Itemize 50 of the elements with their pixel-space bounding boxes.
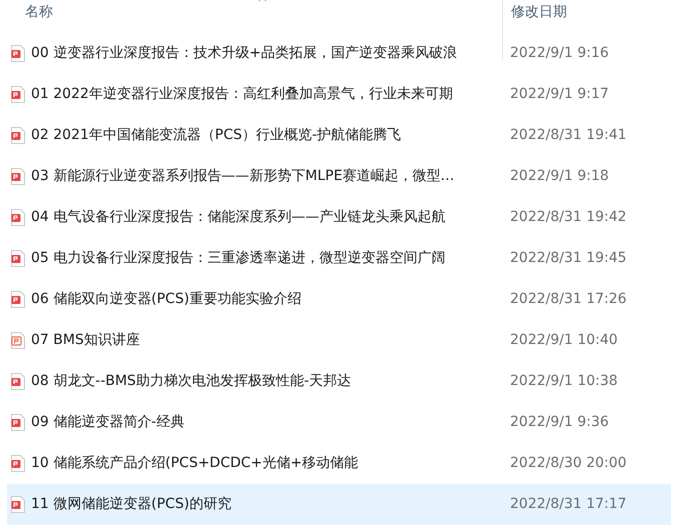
file-name: 06 储能双向逆变器(PCS)重要功能实验介绍 — [31, 290, 302, 309]
file-row[interactable]: 06 储能双向逆变器(PCS)重要功能实验介绍 2022/8/31 17:26 — [7, 279, 671, 320]
pdf-file-icon — [11, 209, 25, 226]
modified-date: 2022/9/1 9:16 — [509, 44, 609, 63]
pdf-file-icon — [11, 250, 25, 267]
file-row[interactable]: 11 微网储能逆变器(PCS)的研究 2022/8/31 17:17 — [7, 484, 671, 525]
file-name: 04 电气设备行业深度报告：储能深度系列——产业链龙头乘风起航 — [31, 208, 446, 227]
modified-date: 2022/9/1 10:40 — [509, 331, 618, 350]
file-name: 10 储能系统产品介绍(PCS+DCDC+光储+移动储能 — [31, 454, 358, 473]
file-row[interactable]: 07 BMS知识讲座 2022/9/1 10:40 — [7, 320, 671, 361]
modified-date: 2022/8/30 20:00 — [509, 454, 627, 473]
column-header[interactable]: 名称 — [25, 4, 53, 20]
modified-date: 2022/8/31 19:41 — [509, 126, 627, 145]
pdf-file-icon — [11, 414, 25, 431]
file-name: 01 2022年逆变器行业深度报告：高红利叠加高景气，行业未来可期 — [31, 85, 453, 104]
file-name: 07 BMS知识讲座 — [31, 331, 140, 350]
file-row[interactable]: 09 储能逆变器简介-经典 2022/9/1 9:36 — [7, 402, 671, 443]
file-name: 08 胡龙文--BMS助力梯次电池发挥极致性能-天邦达 — [31, 372, 351, 391]
file-name: 02 2021年中国储能变流器（PCS）行业概览-护航储能腾飞 — [31, 126, 402, 145]
file-name: 11 微网储能逆变器(PCS)的研究 — [31, 495, 232, 514]
file-name: 05 电力设备行业深度报告：三重渗透率递进，微型逆变器空间广阔 — [31, 249, 446, 268]
file-row[interactable]: 10 储能系统产品介绍(PCS+DCDC+光储+移动储能 2022/8/30 20:00 — [7, 443, 671, 484]
file-row[interactable]: 02 2021年中国储能变流器（PCS）行业概览-护航储能腾飞 2022/8/31 19:41 — [7, 115, 671, 156]
presentation-file-icon — [11, 332, 25, 349]
file-row[interactable]: 05 电力设备行业深度报告：三重渗透率递进，微型逆变器空间广阔 2022/8/31 19:45 — [7, 238, 671, 279]
modified-date: 2022/9/1 9:17 — [509, 85, 609, 104]
modified-date: 2022/9/1 9:36 — [509, 413, 609, 432]
file-row[interactable]: 00 逆变器行业深度报告：技术升级+品类拓展，国产逆变器乘风破浪 2022/9/1 9:16 — [7, 33, 671, 74]
modified-date: 2022/9/1 10:38 — [509, 372, 618, 391]
file-name: 00 逆变器行业深度报告：技术升级+品类拓展，国产逆变器乘风破浪 — [31, 44, 457, 63]
modified-date: 2022/9/1 9:18 — [509, 167, 609, 186]
file-name: 03 新能源行业逆变器系列报告——新形势下MLPE赛道崛起，微型… — [31, 167, 454, 186]
column-header[interactable]: 修改日期 — [511, 4, 567, 20]
pdf-file-icon — [11, 291, 25, 308]
pdf-file-icon — [11, 496, 25, 513]
file-name: 09 储能逆变器简介-经典 — [31, 413, 184, 432]
modified-date: 2022/8/31 19:42 — [509, 208, 627, 227]
modified-date: 2022/8/31 17:26 — [509, 290, 627, 309]
file-row[interactable]: 01 2022年逆变器行业深度报告：高红利叠加高景气，行业未来可期 2022/9/1 9:17 — [7, 74, 671, 115]
file-row[interactable]: 08 胡龙文--BMS助力梯次电池发挥极致性能-天邦达 2022/9/1 10:38 — [7, 361, 671, 402]
pdf-file-icon — [11, 373, 25, 390]
file-row[interactable]: 04 电气设备行业深度报告：储能深度系列——产业链龙头乘风起航 2022/8/31 19:42 — [7, 197, 671, 238]
pdf-file-icon — [11, 168, 25, 185]
pdf-file-icon — [11, 127, 25, 144]
pdf-file-icon — [11, 455, 25, 472]
file-row[interactable]: 03 新能源行业逆变器系列报告——新形势下MLPE赛道崛起，微型… 2022/9/1 9:18 — [7, 156, 671, 197]
pdf-file-icon — [11, 86, 25, 103]
modified-date: 2022/8/31 17:17 — [509, 495, 627, 514]
modified-date: 2022/8/31 19:45 — [509, 249, 627, 268]
pdf-file-icon — [11, 45, 25, 62]
